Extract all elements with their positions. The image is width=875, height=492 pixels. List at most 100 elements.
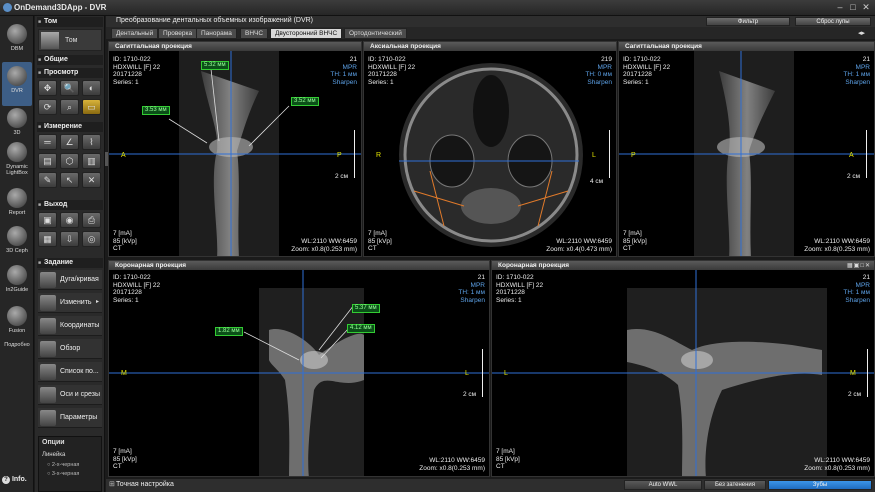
tab-tmj[interactable]: ВНЧС xyxy=(240,28,269,39)
measurement-label[interactable]: 3.52 мм xyxy=(291,97,319,106)
ruler-tool-icon[interactable]: ═ xyxy=(38,134,57,150)
no-shading-button[interactable]: Без затенения xyxy=(704,480,766,490)
orientation-left: M xyxy=(121,370,127,377)
tab-bilateral-tmj[interactable]: Двусторонний ВНЧС xyxy=(270,28,343,39)
patient-info: ID: 1710-022 HDXWILL [F] 22 20171228 Series… xyxy=(368,56,416,86)
tab-scroll-arrows[interactable]: ◂▸ xyxy=(858,29,865,37)
module-rail: DBM DVR 3D Dynamic LightBox Report 3D Ce… xyxy=(0,16,34,492)
tab-bar: Дентальный Проверка Панорама ВНЧС Двусто… xyxy=(106,27,875,39)
auto-wwl-button[interactable]: Auto WWL xyxy=(624,480,702,490)
disc-icon[interactable]: ◎ xyxy=(82,231,101,247)
arch-icon xyxy=(40,272,56,288)
window-info: WL:2110 WW:6459 Zoom: x0.8(0.253 mm) xyxy=(804,238,870,253)
viewport-sagittal-left[interactable]: Сагиттальная проекция 5.32 мм 3.53 мм 3.… xyxy=(108,41,362,257)
section-output[interactable]: Выход xyxy=(37,200,103,210)
polyline-tool-icon[interactable]: ⌇ xyxy=(82,134,101,150)
task-edit[interactable]: Изменить ▸ xyxy=(38,293,102,313)
close-icon[interactable]: ✕ xyxy=(860,2,872,13)
expand-icon[interactable]: ⊞ xyxy=(109,480,115,488)
workspace-header: Преобразование дентальных объемных изобр… xyxy=(106,16,875,27)
slice-info: 21 MPR TH: 1 мм Sharpen xyxy=(843,56,870,86)
orientation-right: L xyxy=(465,370,469,377)
viewport-title: Коронарная проекция xyxy=(492,261,874,270)
section-view[interactable]: Просмотр xyxy=(37,68,103,78)
measurement-label[interactable]: 1.82 мм xyxy=(215,327,243,336)
viewport-axial[interactable]: Аксиальная проекция ID: 1710-022 HDXWILL … xyxy=(363,41,617,257)
profile-tool-icon[interactable]: ▤ xyxy=(38,153,57,169)
section-task[interactable]: Задание xyxy=(37,258,103,268)
workspace-title: Преобразование дентальных объемных изобр… xyxy=(116,17,314,24)
axes-icon xyxy=(40,387,56,403)
rail-fusion-button[interactable]: Fusion xyxy=(2,302,32,346)
tom-selector[interactable]: Том xyxy=(38,29,102,51)
section-measure[interactable]: Измерение xyxy=(37,122,103,132)
rail-more-link[interactable]: Подробно xyxy=(2,342,32,348)
minimize-icon[interactable]: – xyxy=(834,2,846,13)
measurement-label[interactable]: 5.37 мм xyxy=(352,304,380,313)
ruler-option-3[interactable]: ○ 3-х-черная xyxy=(47,471,79,477)
skull-3d-icon xyxy=(7,108,27,128)
filter-button[interactable]: Фильтр xyxy=(706,17,790,26)
arrow-tool-icon[interactable]: ↖ xyxy=(60,172,79,188)
viewport-coronal-right[interactable]: Коронарная проекция ▦▣□✕ ID: 1710-022 HDX… xyxy=(491,260,875,477)
parameters-icon xyxy=(40,410,56,426)
rail-dbm-button[interactable]: DBM xyxy=(2,20,32,64)
task-axes-slices[interactable]: Оси и срезы xyxy=(38,385,102,405)
task-list[interactable]: Список по... xyxy=(38,362,102,382)
angle-tool-icon[interactable]: ∠ xyxy=(60,134,79,150)
patient-info: ID: 1710-022 HDXWILL [F] 22 20171228 Series… xyxy=(113,56,161,86)
rail-3dceph-button[interactable]: 3D Ceph xyxy=(2,222,32,266)
scale-label: 2 см xyxy=(848,391,862,398)
measurement-label[interactable]: 5.32 мм xyxy=(201,61,229,70)
teeth-preset-button[interactable]: Зубы xyxy=(768,480,872,490)
section-tom[interactable]: Том xyxy=(37,17,103,27)
scale-bar xyxy=(604,130,610,178)
task-arch-curve[interactable]: Дуга/кривая xyxy=(38,270,102,290)
orientation-right: A xyxy=(849,152,854,159)
acq-info: 7 [mA] 85 [kVp] CT xyxy=(113,230,137,252)
viewport-sagittal-right[interactable]: Сагиттальная проекция ID: 1710-022 HDXWIL… xyxy=(618,41,875,257)
ruler-option-2[interactable]: ○ 2-х-черная xyxy=(47,462,79,468)
info-button[interactable]: ? Info. xyxy=(2,476,32,484)
scale-label: 4 см xyxy=(590,178,604,185)
task-parameters[interactable]: Параметры xyxy=(38,408,102,428)
viewport-title: Сагиттальная проекция xyxy=(109,42,361,51)
text-tool-icon[interactable]: ✎ xyxy=(38,172,57,188)
rotate-tool-icon[interactable]: ⟳ xyxy=(38,99,57,115)
area-tool-icon[interactable]: ⬡ xyxy=(60,153,79,169)
rail-lightbox-button[interactable]: Dynamic LightBox xyxy=(2,138,32,182)
camera-icon[interactable]: ◉ xyxy=(60,212,79,228)
window-level-icon[interactable]: ◐ xyxy=(82,80,101,96)
rail-in2guide-button[interactable]: In2Guide xyxy=(2,261,32,305)
measurement-label[interactable]: 4.12 мм xyxy=(347,324,375,333)
guide-icon xyxy=(7,265,27,285)
orientation-left: P xyxy=(631,152,636,159)
zoom-tool-icon[interactable]: 🔍 xyxy=(60,80,79,96)
viewport-coronal-left[interactable]: Коронарная проекция 5.37 мм 4.12 мм 1.82… xyxy=(108,260,490,477)
tool-panel: Том Том Общие Просмотр ✥ 🔍 ◐ ⟳ ⌕ ▭ Измер… xyxy=(35,16,105,492)
tab-dental[interactable]: Дентальный xyxy=(111,28,159,39)
roi-tool-icon[interactable]: ▥ xyxy=(82,153,101,169)
viewport-layout-icons[interactable]: ▦▣□✕ xyxy=(847,262,871,269)
export-icon[interactable]: ⇩ xyxy=(60,231,79,247)
app-logo-icon xyxy=(3,3,12,12)
reset-zoom-button[interactable]: Сброс лупы xyxy=(795,17,871,26)
fit-tool-icon[interactable]: ▭ xyxy=(82,99,101,115)
acq-info: 7 [mA] 85 [kVp] CT xyxy=(623,230,647,252)
task-coordinates[interactable]: Координаты xyxy=(38,316,102,336)
task-overview[interactable]: Обзор xyxy=(38,339,102,359)
maximize-icon[interactable]: □ xyxy=(847,2,859,13)
measurement-label[interactable]: 3.53 мм xyxy=(142,106,170,115)
tab-orthodontic[interactable]: Ортодонтический xyxy=(344,28,407,39)
delete-tool-icon[interactable]: ✕ xyxy=(82,172,101,188)
tab-check[interactable]: Проверка xyxy=(158,28,198,39)
coronal-left-image xyxy=(109,270,489,476)
print-icon[interactable]: ⎙ xyxy=(82,212,101,228)
section-common[interactable]: Общие xyxy=(37,55,103,65)
tab-panorama[interactable]: Панорама xyxy=(196,28,237,39)
pan-tool-icon[interactable]: ✥ xyxy=(38,80,57,96)
rail-dvr-button[interactable]: DVR xyxy=(2,62,32,106)
capture-icon[interactable]: ▣ xyxy=(38,212,57,228)
movie-icon[interactable]: ▦ xyxy=(38,231,57,247)
magnify-tool-icon[interactable]: ⌕ xyxy=(60,99,79,115)
